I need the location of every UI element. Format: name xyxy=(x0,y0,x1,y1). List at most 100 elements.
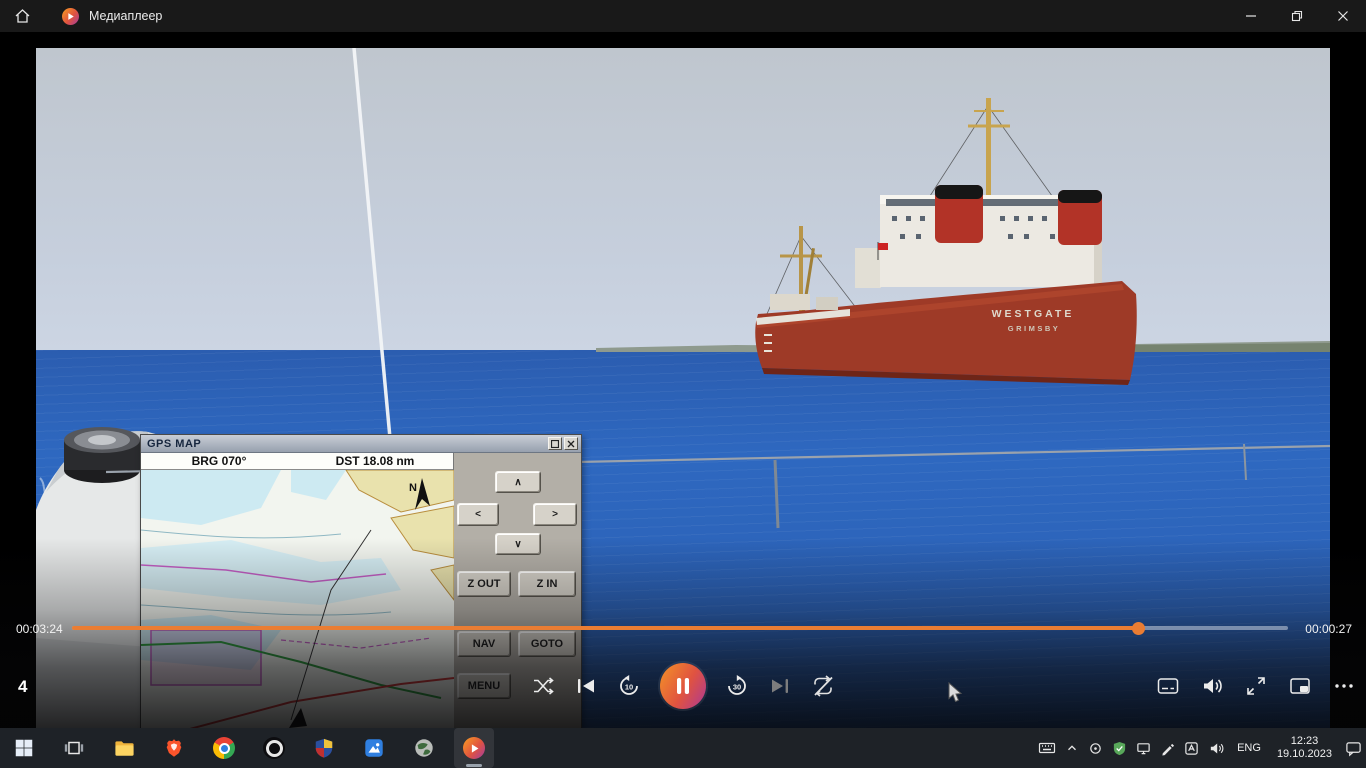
cargo-ship: WESTGATE GRIMSBY xyxy=(755,98,1137,385)
notifications-button[interactable] xyxy=(1345,728,1362,768)
tray-volume-button[interactable] xyxy=(1208,728,1225,768)
chrome-icon xyxy=(213,737,235,759)
brave-browser-button[interactable] xyxy=(154,728,194,768)
gps-title: GPS MAP xyxy=(147,437,202,450)
maximize-button[interactable] xyxy=(1274,0,1320,32)
restore-icon xyxy=(1291,10,1303,22)
ring-app-icon xyxy=(263,737,285,759)
rewind-10-button[interactable]: 10 xyxy=(617,674,641,698)
ship-name-text: WESTGATE xyxy=(992,308,1075,320)
gps-up-button: ∧ xyxy=(495,471,541,493)
touch-keyboard-button[interactable] xyxy=(1038,728,1056,768)
minimize-icon xyxy=(1246,15,1256,17)
svg-text:30: 30 xyxy=(733,683,741,692)
ship-hull xyxy=(755,281,1137,380)
speaker-icon xyxy=(1210,743,1224,753)
seek-bar[interactable] xyxy=(72,621,1288,635)
pause-icon xyxy=(677,678,689,694)
gps-titlebar: GPS MAP xyxy=(141,435,581,453)
close-icon xyxy=(1338,11,1348,21)
chrome-browser-button[interactable] xyxy=(204,728,244,768)
windows-start-icon xyxy=(15,739,33,757)
clock-date: 19.10.2023 xyxy=(1276,748,1332,760)
media-player-icon xyxy=(463,737,485,759)
gps-left-button: < xyxy=(457,503,499,526)
start-button[interactable] xyxy=(4,728,44,768)
mouse-cursor xyxy=(948,682,963,703)
blue-app-icon xyxy=(365,739,383,757)
subtitles-icon xyxy=(1157,678,1179,694)
rewind-10-icon: 10 xyxy=(620,675,638,695)
more-options-icon xyxy=(1335,684,1353,688)
svg-text:N: N xyxy=(409,482,417,494)
tray-pen-button[interactable] xyxy=(1160,728,1175,768)
pause-button[interactable] xyxy=(660,663,706,709)
video-stage: WESTGATE GRIMSBY GPS MAP BRG 070° DST 18… xyxy=(0,32,1366,728)
subtitles-button[interactable] xyxy=(1156,674,1180,698)
language-indicator[interactable]: ENG xyxy=(1234,728,1264,768)
tray-display-button[interactable] xyxy=(1136,728,1151,768)
next-button[interactable] xyxy=(768,674,792,698)
forward-30-button[interactable]: 30 xyxy=(725,674,749,698)
task-view-icon xyxy=(64,741,84,755)
globe-game-button[interactable] xyxy=(404,728,444,768)
home-icon xyxy=(15,9,29,23)
close-button[interactable] xyxy=(1320,0,1366,32)
gps-close-button xyxy=(564,437,578,450)
sync-icon xyxy=(1090,742,1101,754)
window-title: Медиаплеер xyxy=(89,9,163,23)
minimize-button[interactable] xyxy=(1228,0,1274,32)
miniplayer-button[interactable] xyxy=(1288,674,1312,698)
home-button[interactable] xyxy=(4,0,40,32)
previous-button[interactable] xyxy=(574,674,598,698)
media-player-logo-icon xyxy=(62,7,79,25)
task-view-button[interactable] xyxy=(54,728,94,768)
volume-icon xyxy=(1204,679,1222,693)
file-explorer-icon xyxy=(114,740,134,756)
app-window: Медиаплеер WESTGATE GRIMSBY GPS MAP BRG … xyxy=(0,0,1366,768)
globe-game-icon xyxy=(415,739,433,757)
game-crest-button[interactable] xyxy=(304,728,344,768)
clock[interactable]: 12:23 19.10.2023 xyxy=(1273,728,1336,768)
pen-icon xyxy=(1162,743,1175,756)
brave-icon xyxy=(166,739,182,757)
elapsed-time: 00:03:24 xyxy=(16,622,63,636)
fullscreen-button[interactable] xyxy=(1244,674,1268,698)
ship-deckhouse xyxy=(855,248,881,288)
remaining-time: 00:00:27 xyxy=(1305,622,1352,636)
hidden-icons-button[interactable] xyxy=(1065,728,1079,768)
ship-flag xyxy=(878,243,888,250)
chevron-up-icon xyxy=(1068,745,1077,751)
miniplayer-icon xyxy=(1290,678,1310,694)
ship-bridge-windows xyxy=(886,199,1082,206)
more-options-button[interactable] xyxy=(1332,674,1356,698)
volume-button[interactable] xyxy=(1200,674,1224,698)
player-controls: 00:03:24 00:00:27 4 10 30 xyxy=(0,538,1366,728)
tray-ime-button[interactable] xyxy=(1184,728,1199,768)
gps-maximize-button xyxy=(548,437,562,450)
next-icon xyxy=(772,679,788,693)
media-player-taskbar-button[interactable] xyxy=(454,728,494,768)
repeat-off-icon xyxy=(814,675,833,697)
gps-bearing: BRG 070° xyxy=(191,454,247,468)
seek-bar-fill xyxy=(72,626,1139,630)
shuffle-icon xyxy=(534,677,554,695)
svg-text:10: 10 xyxy=(625,683,633,692)
repeat-off-button[interactable] xyxy=(811,674,835,698)
taskbar: ENG 12:23 19.10.2023 xyxy=(0,728,1366,768)
fullscreen-icon xyxy=(1247,677,1265,695)
display-icon xyxy=(1137,742,1150,754)
touch-keyboard-icon xyxy=(1038,742,1056,754)
ring-app-button[interactable] xyxy=(254,728,294,768)
tray-security-button[interactable] xyxy=(1112,728,1127,768)
file-explorer-button[interactable] xyxy=(104,728,144,768)
titlebar: Медиаплеер xyxy=(0,0,1366,32)
ime-icon xyxy=(1185,741,1198,755)
ship-mainmast xyxy=(986,98,991,198)
shuffle-button[interactable] xyxy=(531,674,555,698)
crest-game-icon xyxy=(315,738,333,758)
tray-sync-button[interactable] xyxy=(1088,728,1103,768)
blue-app-button[interactable] xyxy=(354,728,394,768)
seek-handle[interactable] xyxy=(1132,621,1146,635)
shield-icon xyxy=(1113,741,1126,755)
